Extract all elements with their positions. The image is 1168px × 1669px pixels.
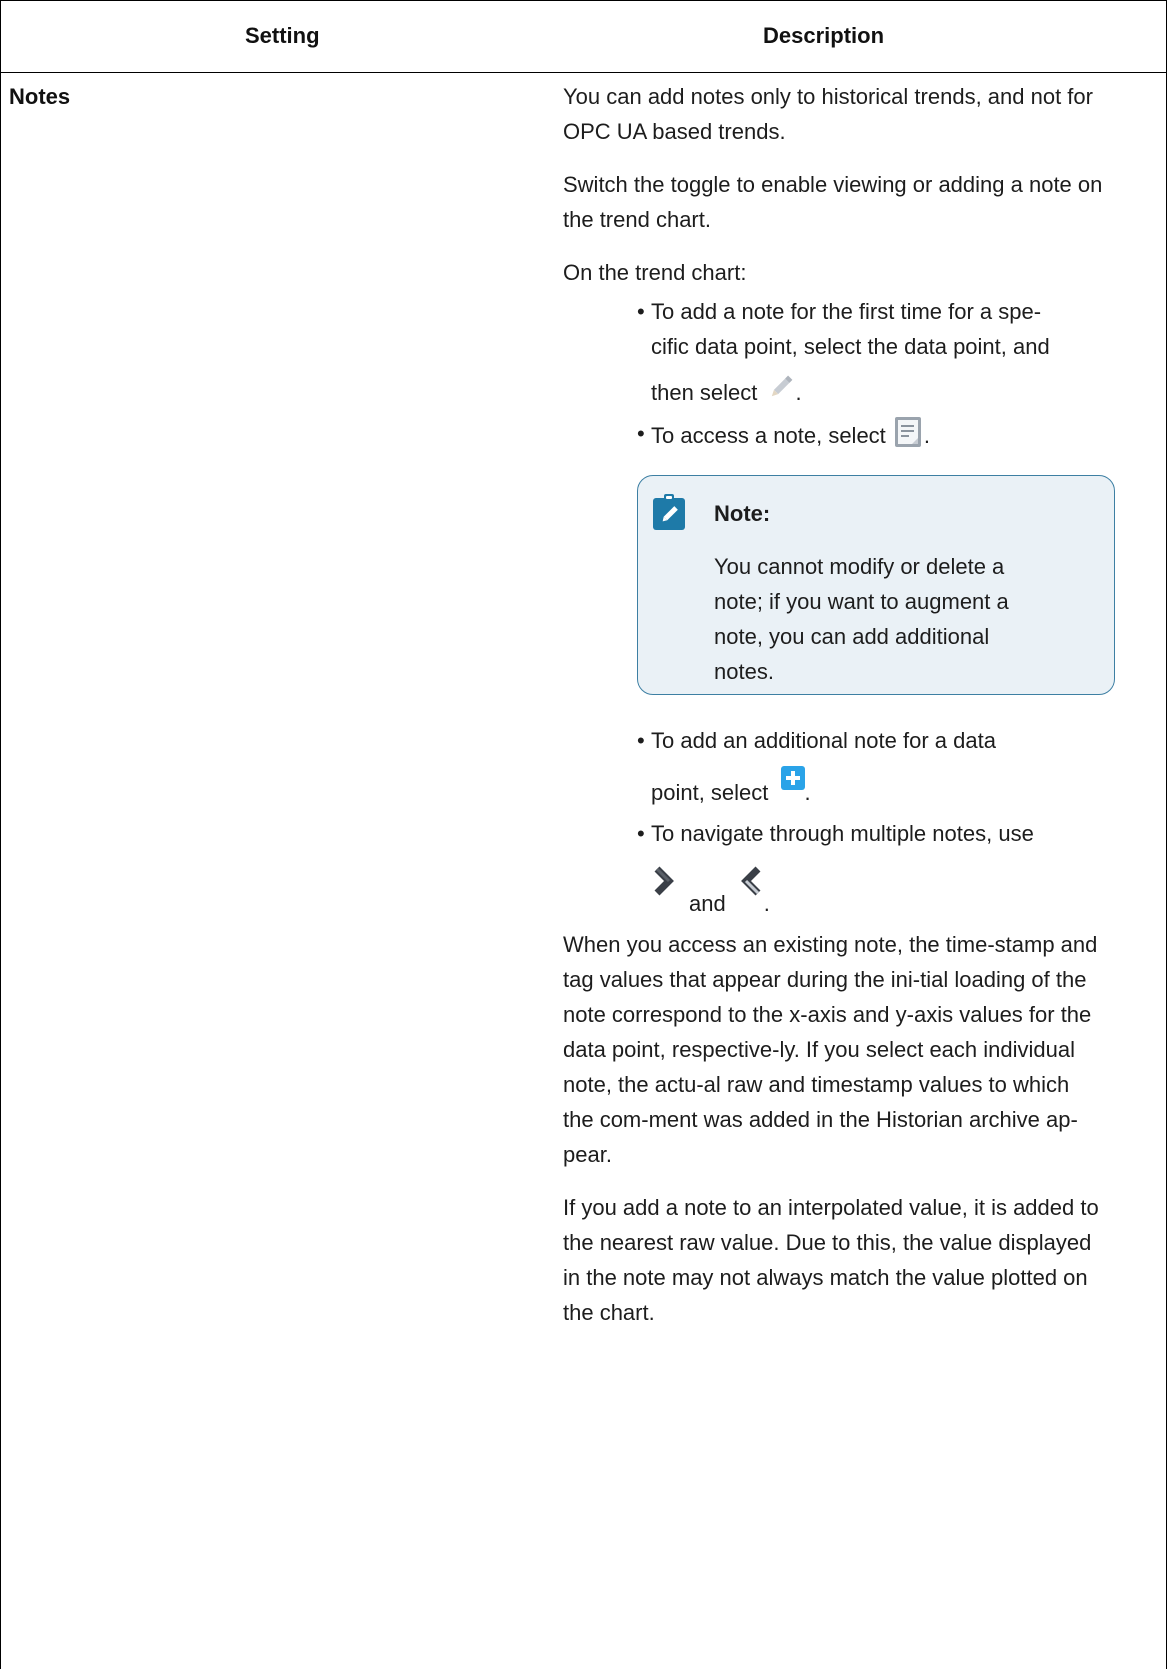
note-title: Note: bbox=[714, 501, 771, 526]
header-divider bbox=[1, 72, 1166, 73]
instruction-list: To add a note for the first time for a s… bbox=[563, 294, 1103, 453]
bullet1-line3: then select bbox=[651, 380, 758, 405]
pencil-icon[interactable] bbox=[766, 372, 796, 402]
and-word: and bbox=[689, 891, 726, 916]
description-paragraph-5: If you add a note to an interpolated val… bbox=[563, 1195, 1099, 1325]
bullet2-text: To access a note, select bbox=[651, 423, 886, 448]
note-text: You cannot modify or delete a note; if y… bbox=[714, 554, 1009, 684]
note-callout: Note: You cannot modify or delete a note… bbox=[637, 475, 1115, 695]
bullet1-line2: cific data point, select the data point,… bbox=[651, 334, 1050, 359]
bullet3-line2: point, select bbox=[651, 780, 769, 805]
description-paragraph-3: On the trend chart: bbox=[563, 260, 747, 285]
setting-name-notes: Notes bbox=[9, 84, 71, 109]
plus-icon[interactable] bbox=[780, 766, 805, 790]
pencil-badge-icon bbox=[653, 494, 685, 530]
column-header-description: Description bbox=[763, 23, 885, 48]
description-paragraph-1: You can add notes only to historical tre… bbox=[563, 84, 1093, 144]
description-paragraph-2: Switch the toggle to enable viewing or a… bbox=[563, 172, 1103, 232]
bullet1-line1: To add a note for the first time for a s… bbox=[651, 299, 1042, 324]
chevron-left-icon[interactable] bbox=[738, 863, 764, 899]
column-header-setting: Setting bbox=[245, 23, 320, 48]
note-document-icon[interactable] bbox=[894, 416, 924, 449]
bullet3-line1: To add an additional note for a data bbox=[651, 728, 996, 753]
description-paragraph-4: When you access an existing note, the ti… bbox=[563, 932, 1098, 1167]
table-frame: Setting Description Notes You can add no… bbox=[0, 0, 1167, 1669]
list-item: To add an additional note for a data poi… bbox=[637, 723, 1103, 810]
instruction-list-continued: To add an additional note for a data poi… bbox=[563, 723, 1103, 921]
list-item: To add a note for the first time for a s… bbox=[637, 294, 1103, 410]
chevron-right-icon[interactable] bbox=[651, 863, 677, 899]
bullet4-line1: To navigate through multiple notes, use bbox=[651, 821, 1034, 846]
description-cell: You can add notes only to historical tre… bbox=[563, 79, 1115, 1348]
list-item: To access a note, select . bbox=[637, 416, 1103, 453]
list-item: To navigate through multiple notes, use … bbox=[637, 816, 1103, 921]
